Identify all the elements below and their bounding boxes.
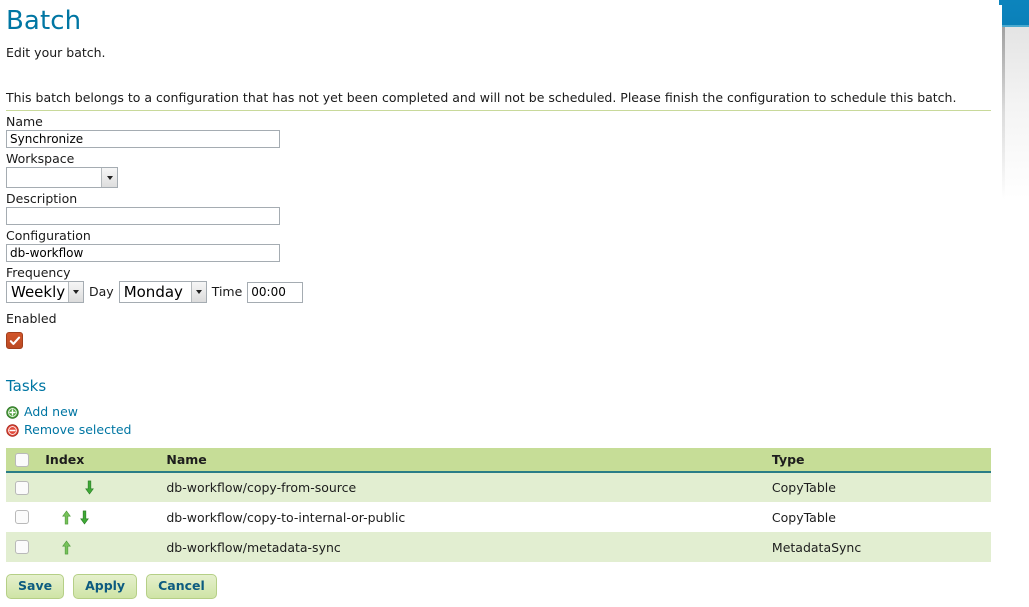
day-label: Day xyxy=(89,284,114,299)
move-down-icon[interactable] xyxy=(85,480,95,495)
row-index-cell xyxy=(37,532,159,562)
tasks-table-body: db-workflow/copy-from-source CopyTable d… xyxy=(6,472,991,562)
enabled-label: Enabled xyxy=(6,311,57,326)
check-icon xyxy=(9,336,20,345)
workspace-label: Workspace xyxy=(6,151,75,166)
row-type-cell: MetadataSync xyxy=(763,532,991,562)
frequency-period-select[interactable]: Weekly xyxy=(6,281,84,303)
move-down-icon[interactable] xyxy=(80,510,90,525)
row-checkbox[interactable] xyxy=(15,480,29,495)
table-row: db-workflow/metadata-sync MetadataSync xyxy=(6,532,991,562)
move-up-icon[interactable] xyxy=(62,509,72,525)
row-name-cell: db-workflow/copy-to-internal-or-public xyxy=(158,502,764,532)
reorder-controls xyxy=(45,480,150,495)
row-select-cell xyxy=(6,472,38,502)
configuration-input[interactable] xyxy=(6,244,280,262)
name-input[interactable] xyxy=(6,130,280,148)
remove-circle-icon xyxy=(6,423,19,437)
row-type-cell: CopyTable xyxy=(763,502,991,532)
chevron-down-icon[interactable] xyxy=(190,282,206,302)
description-input[interactable] xyxy=(6,207,280,225)
row-index-cell xyxy=(37,472,159,502)
description-label: Description xyxy=(6,191,78,206)
configuration-warning-notice: This batch belongs to a configuration th… xyxy=(6,90,991,111)
table-row: db-workflow/copy-to-internal-or-public C… xyxy=(6,502,991,532)
select-all-checkbox[interactable] xyxy=(15,452,29,467)
workspace-select[interactable] xyxy=(6,167,118,188)
workspace-selected-value xyxy=(7,177,15,179)
configuration-label: Configuration xyxy=(6,228,91,243)
scrollbar-track-edge xyxy=(1002,27,1005,199)
batch-edit-page: Batch Edit your batch. This batch belong… xyxy=(0,0,1029,607)
frequency-label: Frequency xyxy=(6,265,71,280)
time-input[interactable] xyxy=(247,281,304,303)
row-select-cell xyxy=(6,532,38,562)
select-all-header xyxy=(6,448,38,473)
save-button[interactable]: Save xyxy=(6,574,65,599)
frequency-row: Weekly Day Monday Time xyxy=(6,281,991,303)
row-name-cell: db-workflow/copy-from-source xyxy=(158,472,764,502)
main-content: Batch Edit your batch. This batch belong… xyxy=(0,0,991,605)
reorder-controls xyxy=(45,509,150,525)
page-subtitle: Edit your batch. xyxy=(6,45,106,60)
scrollbar-thumb[interactable] xyxy=(1002,0,1029,27)
add-circle-icon xyxy=(6,405,19,419)
row-type-cell: CopyTable xyxy=(763,472,991,502)
row-select-cell xyxy=(6,502,38,532)
tasks-table-head: Index Name Type xyxy=(6,448,991,473)
cancel-button[interactable]: Cancel xyxy=(146,574,217,599)
chevron-down-icon[interactable] xyxy=(68,282,83,302)
row-checkbox[interactable] xyxy=(15,510,29,524)
row-checkbox[interactable] xyxy=(15,540,29,554)
tasks-table: Index Name Type db-workflow/copy-from-so… xyxy=(6,448,991,562)
chevron-down-icon[interactable] xyxy=(101,168,117,187)
remove-selected-label: Remove selected xyxy=(24,422,132,437)
enabled-checkbox[interactable] xyxy=(6,332,23,349)
remove-selected-link[interactable]: Remove selected xyxy=(6,423,991,437)
reorder-controls xyxy=(45,539,150,555)
frequency-day-select[interactable]: Monday xyxy=(118,281,207,303)
time-label: Time xyxy=(211,284,243,299)
column-header-index[interactable]: Index xyxy=(37,448,159,473)
move-up-icon[interactable] xyxy=(62,539,72,555)
page-title: Batch xyxy=(6,6,82,36)
column-header-type[interactable]: Type xyxy=(763,448,991,473)
add-new-label: Add new xyxy=(24,404,79,419)
row-name-cell: db-workflow/metadata-sync xyxy=(158,532,764,562)
table-row: db-workflow/copy-from-source CopyTable xyxy=(6,472,991,502)
row-index-cell xyxy=(37,502,159,532)
scrollbar-track[interactable] xyxy=(1002,27,1029,199)
name-label: Name xyxy=(6,114,43,129)
tasks-section-title: Tasks xyxy=(6,377,47,395)
form-actions: Save Apply Cancel xyxy=(6,574,991,605)
add-new-link[interactable]: Add new xyxy=(6,405,991,419)
apply-button[interactable]: Apply xyxy=(73,574,138,599)
column-header-name[interactable]: Name xyxy=(158,448,764,473)
table-header-row: Index Name Type xyxy=(6,448,991,473)
